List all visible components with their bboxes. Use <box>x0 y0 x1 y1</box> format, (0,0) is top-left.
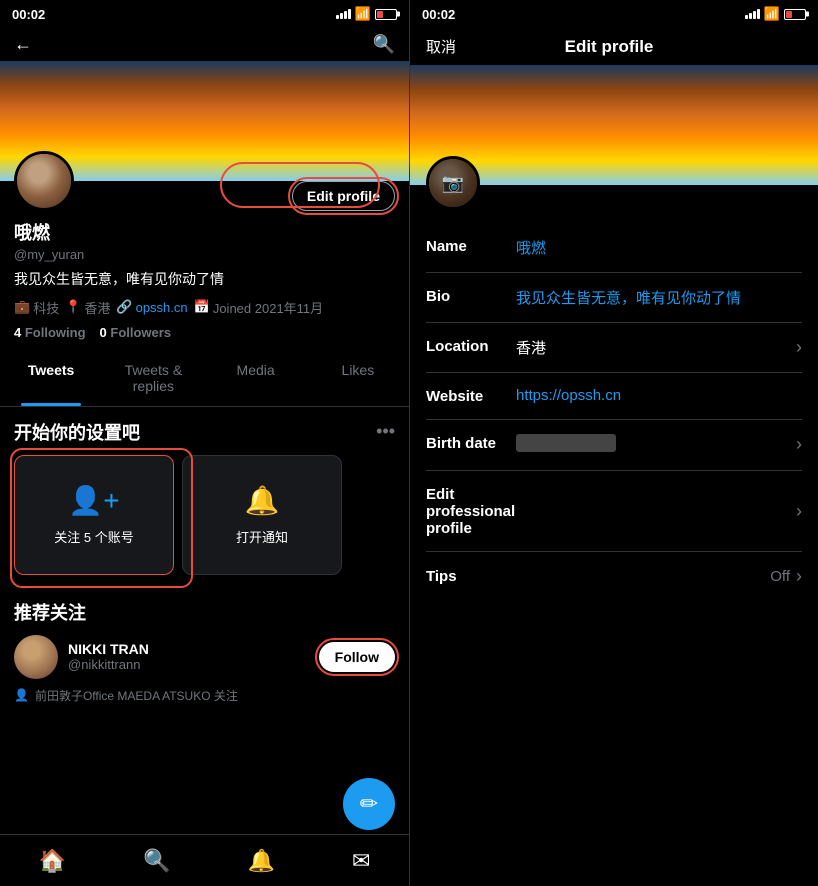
mutual-follow: 👤 前田敦子Office MAEDA ATSUKO 关注 <box>14 687 395 704</box>
meta-joined: 📅 Joined 2021年11月 <box>194 298 324 317</box>
setup-title: 开始你的设置吧 <box>14 419 140 445</box>
back-button[interactable]: ← <box>14 34 32 55</box>
name-field-row: Name 哦燃 <box>426 223 802 273</box>
meta-industry: 💼 科技 <box>14 298 59 317</box>
nav-search[interactable]: 🔍 <box>135 840 178 882</box>
birthdate-chevron-icon: › <box>796 434 802 455</box>
location-field-row: Location 香港 › <box>426 323 802 373</box>
more-options-button[interactable]: ••• <box>376 421 395 442</box>
person-icon: 👤 <box>14 688 29 702</box>
search-button[interactable]: 🔍 <box>373 34 395 55</box>
rec-handle: @nikkittrann <box>68 657 309 672</box>
compose-icon: ✏ <box>360 791 378 817</box>
website-label: Website <box>426 387 516 405</box>
tab-likes[interactable]: Likes <box>307 350 409 406</box>
left-status-bar: 00:02 📶 <box>0 0 409 28</box>
website-field-row: Website https://opssh.cn <box>426 373 802 420</box>
tips-arrow-icon[interactable]: › <box>796 566 802 587</box>
edit-profile-button[interactable]: Edit profile <box>292 181 395 211</box>
tab-replies[interactable]: Tweets & replies <box>102 350 204 406</box>
right-battery-icon <box>784 9 806 20</box>
compose-button[interactable]: ✏ <box>343 778 395 830</box>
professional-label: Edit professional profile <box>426 485 516 537</box>
recommend-section: 推荐关注 NIKKI TRAN @nikkittrann Follow 👤 前田… <box>0 587 409 716</box>
setup-card-follow-label: 关注 5 个账号 <box>54 527 133 546</box>
follow-stats: 4 Following 0 Followers <box>14 325 395 340</box>
meta-website[interactable]: 🔗 opssh.cn <box>116 298 187 317</box>
professional-profile-row[interactable]: Edit professional profile › <box>426 471 802 552</box>
bell-icon: 🔔 <box>245 484 280 517</box>
profile-section: Edit profile 哦燃 @my_yuran 我见众生皆无意，唯有见你动了… <box>0 151 409 340</box>
birthdate-field-row: Birth date › <box>426 420 802 471</box>
tab-media[interactable]: Media <box>205 350 307 406</box>
right-avatar[interactable]: 📷 <box>426 156 480 210</box>
cancel-button[interactable]: 取消 <box>426 36 456 57</box>
mutual-text: 前田敦子Office MAEDA ATSUKO 关注 <box>35 687 238 704</box>
birthdate-blur <box>516 434 616 452</box>
tips-status: Off <box>770 568 790 585</box>
display-name: 哦燃 <box>14 219 395 245</box>
name-label: Name <box>426 237 516 255</box>
right-wifi-icon: 📶 <box>764 6 780 22</box>
name-value[interactable]: 哦燃 <box>516 237 802 258</box>
bio-label: Bio <box>426 287 516 305</box>
rec-info: NIKKI TRAN @nikkittrann <box>68 641 309 672</box>
bio-field-row: Bio 我见众生皆无意，唯有见你动了情 <box>426 273 802 323</box>
left-panel: 00:02 📶 ← 🔍 Edit profile 哦燃 <box>0 0 409 886</box>
setup-card-follow[interactable]: 👤+ 关注 5 个账号 <box>14 455 174 575</box>
setup-card-notify[interactable]: 🔔 打开通知 <box>182 455 342 575</box>
setup-header: 开始你的设置吧 ••• <box>14 419 395 445</box>
tips-label: Tips <box>426 568 516 585</box>
avatar-row: Edit profile <box>14 151 395 211</box>
right-status-icons: 📶 <box>745 6 806 22</box>
meta-location: 📍 香港 <box>65 298 110 317</box>
following-count[interactable]: 4 Following <box>14 325 86 340</box>
setup-cards: 👤+ 关注 5 个账号 🔔 打开通知 <box>14 455 395 575</box>
followers-count[interactable]: 0 Followers <box>100 325 172 340</box>
left-status-icons: 📶 <box>336 6 397 22</box>
recommend-title: 推荐关注 <box>14 599 395 625</box>
profile-tabs: Tweets Tweets & replies Media Likes <box>0 350 409 407</box>
recommend-item: NIKKI TRAN @nikkittrann Follow <box>14 635 395 679</box>
setup-section: 开始你的设置吧 ••• 👤+ 关注 5 个账号 🔔 打开通知 <box>0 407 409 587</box>
nav-notifications[interactable]: 🔔 <box>240 840 283 882</box>
bio: 我见众生皆无意，唯有见你动了情 <box>14 270 395 290</box>
tab-tweets[interactable]: Tweets <box>0 350 102 406</box>
meta-row: 💼 科技 📍 香港 🔗 opssh.cn 📅 Joined 2021年11月 <box>14 298 395 317</box>
camera-icon: 📷 <box>429 159 477 207</box>
edit-form: Name 哦燃 Bio 我见众生皆无意，唯有见你动了情 Location 香港 … <box>410 223 818 601</box>
setup-card-notify-label: 打开通知 <box>236 527 288 546</box>
right-status-bar: 00:02 📶 <box>410 0 818 28</box>
follow-button[interactable]: Follow <box>319 642 395 672</box>
right-signal-icon <box>745 9 760 19</box>
birthdate-value[interactable] <box>516 434 788 456</box>
location-chevron-icon: › <box>796 337 802 358</box>
rec-name: NIKKI TRAN <box>68 641 309 657</box>
website-value[interactable]: https://opssh.cn <box>516 387 802 404</box>
right-time: 00:02 <box>422 7 455 22</box>
signal-icon <box>336 9 351 19</box>
tips-row: Tips Off › <box>426 552 802 601</box>
birthdate-label: Birth date <box>426 434 516 452</box>
location-value[interactable]: 香港 <box>516 337 788 358</box>
bottom-nav: 🏠 🔍 🔔 ✉ <box>0 834 409 886</box>
nav-messages[interactable]: ✉ <box>344 840 378 882</box>
battery-icon <box>375 9 397 20</box>
professional-arrow-icon: › <box>796 501 802 522</box>
username: @my_yuran <box>14 247 395 262</box>
avatar <box>14 151 74 211</box>
rec-avatar <box>14 635 58 679</box>
edit-profile-title: Edit profile <box>565 37 654 57</box>
add-user-icon: 👤+ <box>68 484 119 517</box>
right-avatar-wrap: 📷 <box>426 156 480 210</box>
left-time: 00:02 <box>12 7 45 22</box>
left-header: ← 🔍 <box>0 28 409 61</box>
bio-value[interactable]: 我见众生皆无意，唯有见你动了情 <box>516 287 802 308</box>
right-edit-header: 取消 Edit profile <box>410 28 818 65</box>
right-panel: 00:02 📶 取消 Edit profile 📷 <box>409 0 818 886</box>
nav-home[interactable]: 🏠 <box>31 840 74 882</box>
location-label: Location <box>426 337 516 355</box>
wifi-icon: 📶 <box>355 6 371 22</box>
right-cover-image[interactable]: 📷 <box>410 65 818 185</box>
